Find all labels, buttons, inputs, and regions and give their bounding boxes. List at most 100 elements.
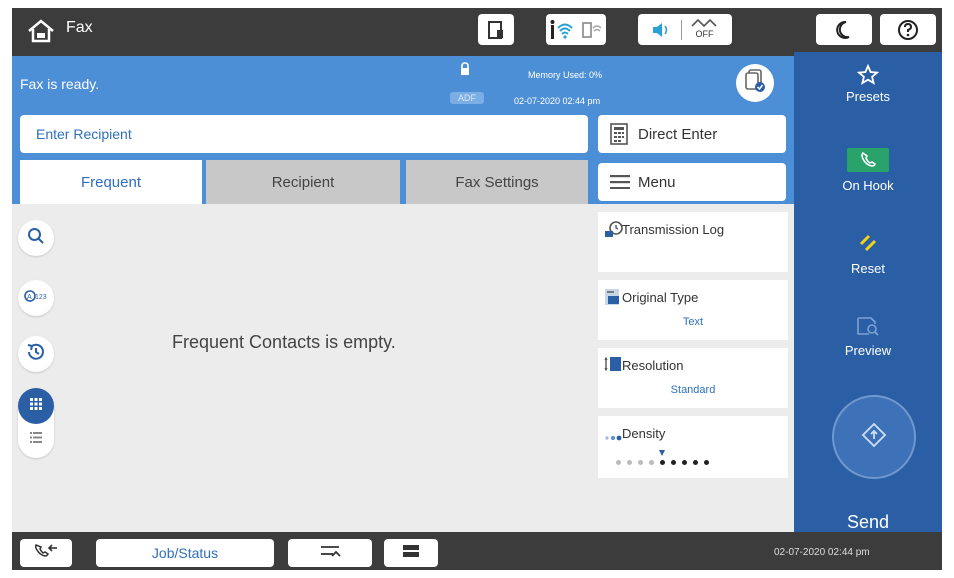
sleep-icon	[835, 20, 853, 40]
printer-icon	[402, 542, 420, 565]
density-step	[693, 460, 698, 465]
preview-label: Preview	[844, 343, 892, 358]
view-toggle	[18, 388, 54, 458]
sort-icon	[318, 542, 342, 565]
star-icon	[794, 63, 942, 89]
sound-icon	[651, 21, 673, 39]
grid-view-button[interactable]	[18, 388, 54, 424]
memory-used: Memory Used: 0%	[528, 70, 603, 80]
menu-label: Menu	[638, 173, 676, 191]
resolution-label: Resolution	[622, 358, 684, 373]
main-content: A 123 Frequent Contacts is empty. Transmi…	[12, 204, 794, 532]
sleep-button[interactable]	[816, 14, 872, 45]
grid-view-icon	[30, 397, 42, 415]
svg-text:A: A	[27, 294, 32, 301]
wifi-direct-icon	[581, 19, 603, 41]
paper-icon	[487, 20, 505, 40]
density-label: Density	[622, 426, 666, 441]
bottom-bar: Job/Status 02-07-2020 02:44 pm	[12, 532, 942, 570]
adf-indicator: ADF	[450, 92, 484, 104]
clock-history-icon	[25, 341, 47, 368]
abc-123-icon: A 123	[24, 288, 48, 309]
density-step	[659, 450, 665, 465]
tab-recipient[interactable]: Recipient	[206, 160, 400, 204]
direct-enter-label: Direct Enter	[638, 125, 718, 143]
sort-abc-button[interactable]: A 123	[18, 280, 54, 316]
help-button[interactable]	[880, 14, 936, 45]
list-view-button[interactable]	[18, 424, 54, 454]
home-icon[interactable]	[26, 18, 56, 44]
status-datetime: 02-07-2020 02:44 pm	[514, 96, 601, 106]
presets-label: Presets	[845, 89, 891, 104]
sound-energy-button[interactable]: OFF	[638, 14, 732, 45]
app-title: Fax	[66, 19, 93, 36]
keypad-icon	[610, 123, 638, 145]
original-type-value: Text	[682, 316, 704, 328]
density-step	[638, 460, 643, 465]
density-step	[649, 460, 654, 465]
job-status-button[interactable]: Job/Status	[96, 539, 274, 567]
energy-off-label: OFF	[695, 28, 714, 39]
wifi-icon	[549, 19, 575, 41]
original-type-card[interactable]: Original Type Text	[598, 280, 788, 340]
resolution-card[interactable]: Resolution Standard	[598, 348, 788, 408]
original-type-label: Original Type	[622, 290, 699, 305]
fax-receive-icon	[33, 542, 59, 565]
resolution-icon	[604, 356, 622, 379]
transmission-log-card[interactable]: Transmission Log	[598, 212, 788, 272]
density-step	[682, 460, 687, 465]
fax-hook-button[interactable]	[20, 539, 72, 567]
help-icon	[897, 19, 919, 41]
density-level-marker	[659, 450, 665, 456]
printer-button[interactable]	[384, 539, 438, 567]
contacts-toolbar: A 123	[12, 204, 62, 532]
status-message: Fax is ready.	[20, 76, 100, 92]
preview-icon	[794, 314, 942, 341]
resolution-value: Standard	[670, 384, 716, 396]
presets-button[interactable]: Presets	[794, 63, 942, 104]
recipient-input[interactable]: Enter Recipient	[20, 115, 588, 153]
density-step	[704, 460, 709, 465]
transmission-log-label: Transmission Log	[622, 222, 725, 237]
menu-button[interactable]: Menu	[598, 163, 786, 201]
send-diamond-icon	[860, 421, 888, 454]
status-bar: Fax is ready. ADF Memory Used: 0% 02-07-…	[12, 56, 794, 108]
printer-screen: Fax OFF Fax is ready. ADF Memory Used: 0…	[12, 8, 942, 570]
fax-data-button[interactable]	[736, 64, 774, 102]
reset-button[interactable]: Reset	[794, 232, 942, 276]
transmission-log-icon	[604, 220, 624, 245]
tab-fax-settings[interactable]: Fax Settings	[406, 160, 588, 204]
empty-contacts-message: Frequent Contacts is empty.	[172, 332, 396, 352]
density-step	[616, 460, 621, 465]
network-status-button[interactable]	[546, 14, 606, 45]
tab-frequent[interactable]: Frequent	[20, 160, 202, 204]
search-icon	[27, 227, 45, 250]
history-button[interactable]	[18, 336, 54, 372]
paper-status-button[interactable]	[478, 14, 514, 45]
density-card[interactable]: Density	[598, 416, 788, 478]
original-type-icon	[604, 288, 622, 311]
fax-documents-icon	[743, 68, 767, 99]
search-button[interactable]	[18, 220, 54, 256]
preview-button[interactable]: Preview	[794, 314, 942, 358]
job-status-label: Job/Status	[151, 545, 219, 561]
bottom-datetime: 02-07-2020 02:44 pm	[774, 547, 870, 558]
svg-text:123: 123	[35, 294, 47, 301]
device-frame: Fax OFF Fax is ready. ADF Memory Used: 0…	[0, 0, 954, 578]
lock-icon	[459, 62, 471, 81]
on-hook-label: On Hook	[842, 178, 894, 193]
on-hook-button[interactable]: On Hook	[794, 148, 942, 193]
list-view-icon	[30, 430, 42, 448]
reset-label: Reset	[851, 261, 885, 276]
energy-saver-off-icon: OFF	[690, 18, 720, 42]
phone-icon	[847, 148, 889, 172]
direct-enter-button[interactable]: Direct Enter	[598, 115, 786, 153]
divider	[680, 19, 682, 40]
send-button[interactable]	[832, 395, 916, 479]
top-bar: Fax OFF	[12, 8, 942, 52]
right-sidebar: Presets On Hook Reset Preview Send	[794, 52, 942, 532]
density-icon	[604, 428, 622, 446]
density-step	[671, 460, 676, 465]
sort-button[interactable]	[288, 539, 372, 567]
density-scale	[616, 450, 709, 465]
